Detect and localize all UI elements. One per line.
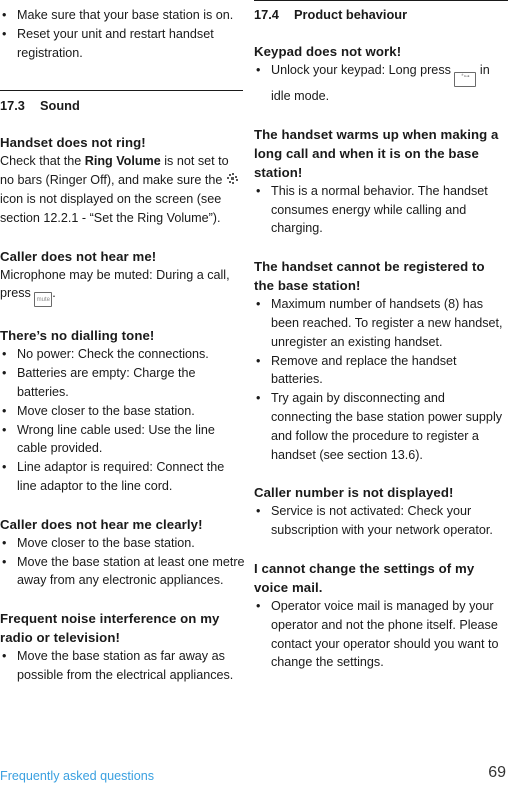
right-column: 17.4 Product behaviour Keypad does not wo… xyxy=(254,0,508,672)
list-item: • Move the base station at least one metr… xyxy=(2,554,245,588)
caller-number-bullet-list: • Service is not activated: Check your su… xyxy=(254,502,508,540)
heading-handset-does-not-ring: Handset does not ring! xyxy=(0,135,146,151)
voicemail-bullet-list: • Operator voice mail is managed by your … xyxy=(254,597,508,672)
list-item: • Operator voice mail is managed by your … xyxy=(256,598,499,670)
mute-key-icon: mute xyxy=(34,292,53,308)
page-number: 69 xyxy=(488,764,506,781)
heading-voice-mail-settings: I cannot change the settings of my voice… xyxy=(254,560,475,595)
intro-bullet-list: • Make sure that your base station is on.… xyxy=(0,6,246,62)
list-item: • Batteries are empty: Charge the batteri… xyxy=(2,366,196,399)
list-item: • Make sure that your base station is on. xyxy=(2,8,234,22)
list-item: • Line adaptor is required: Connect the l… xyxy=(2,460,225,493)
warm-bullet-list: • This is a normal behavior. The handset … xyxy=(254,182,508,238)
list-item: • Service is not activated: Check your su… xyxy=(256,504,493,538)
footer-section-label: Frequently asked questions xyxy=(0,769,155,783)
ringer-off-icon xyxy=(227,173,239,185)
list-item: • Move closer to the base station. xyxy=(2,403,195,418)
section-title-product-behaviour: 17.4 Product behaviour xyxy=(254,7,408,22)
list-item: • Maximum number of handsets (8) has been… xyxy=(256,297,503,349)
mute-paragraph: Microphone may be muted: During a call, … xyxy=(0,266,246,308)
heading-keypad-does-not-work: Keypad does not work! xyxy=(254,44,402,59)
clearly-bullet-list: • Move closer to the base station. • Move … xyxy=(0,534,246,590)
heading-caller-does-not-hear-me: Caller does not hear me! xyxy=(0,248,157,264)
list-item: • Move closer to the base station. xyxy=(2,535,195,550)
heading-no-dialling-tone: There’s no dialling tone! xyxy=(0,328,155,344)
list-item: • This is a normal behavior. The handset … xyxy=(256,183,488,236)
list-item: • Remove and replace the handset batterie… xyxy=(256,353,457,387)
left-column: • Make sure that your base station is on.… xyxy=(0,0,246,685)
heading-cannot-register: The handset cannot be registered to the … xyxy=(254,259,485,294)
list-item: • Reset your unit and restart handset reg… xyxy=(2,26,214,60)
star-lock-key-icon: *⊶ xyxy=(454,72,477,87)
register-bullet-list: • Maximum number of handsets (8) has been… xyxy=(254,295,508,464)
heading-caller-hear-clearly: Caller does not hear me clearly! xyxy=(0,516,203,532)
list-item: • Unlock your keypad: Long press *⊶ in id… xyxy=(256,63,490,103)
dialling-bullet-list: • No power: Check the connections. • Batte… xyxy=(0,345,246,495)
noise-bullet-list: • Move the base station as far away as po… xyxy=(0,647,246,685)
heading-handset-warms-up: The handset warms up when making a long … xyxy=(254,126,499,180)
list-item: • Move the base station as far away as po… xyxy=(2,649,234,682)
ring-paragraph: Check that the Ring Volume is not set to… xyxy=(0,152,246,227)
list-item: • Wrong line cable used: Use the line cab… xyxy=(2,422,215,456)
section-title-sound: 17.3 Sound xyxy=(0,98,80,114)
list-item: • Try again by disconnecting and connecti… xyxy=(256,391,503,462)
heading-caller-number-not-displayed: Caller number is not displayed! xyxy=(254,485,454,501)
list-item: • No power: Check the connections. xyxy=(2,347,209,362)
heading-noise-interference: Frequent noise interference on my radio … xyxy=(0,611,220,646)
keypad-bullet-list: • Unlock your keypad: Long press *⊶ in id… xyxy=(254,61,508,106)
